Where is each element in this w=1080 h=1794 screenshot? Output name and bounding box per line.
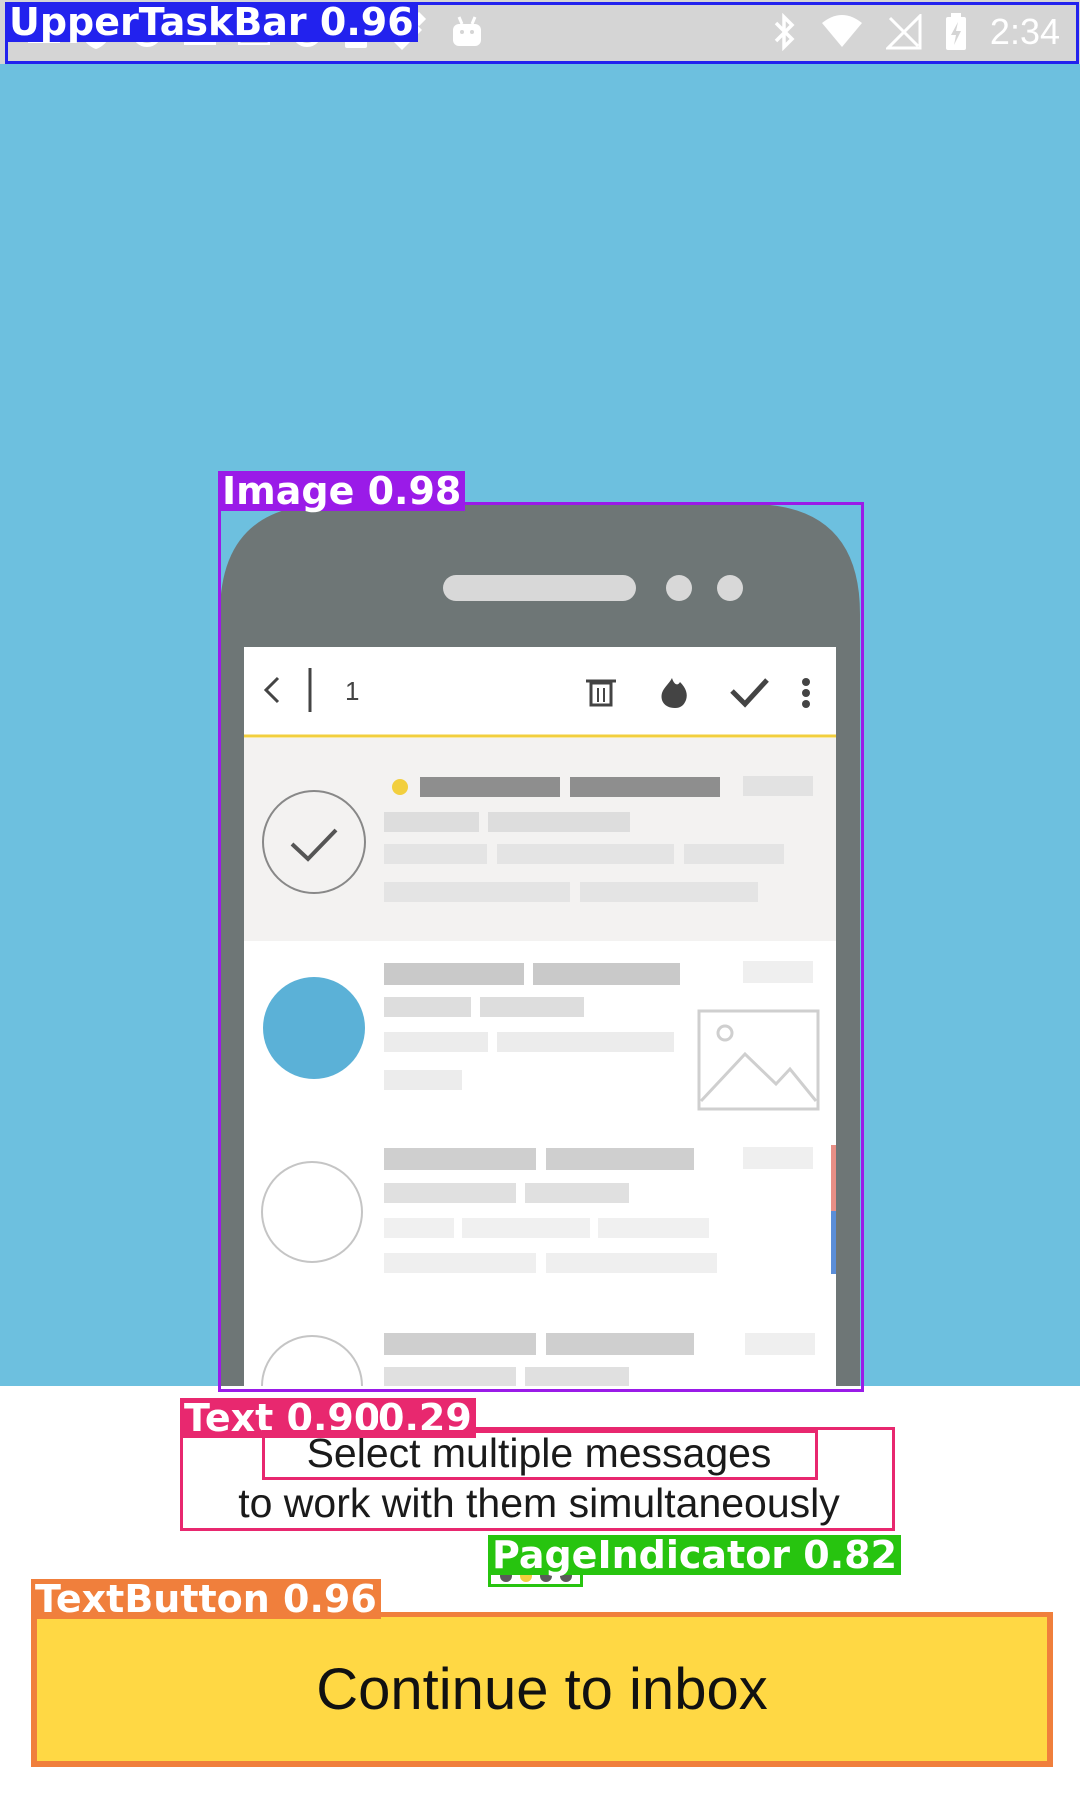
label-stripe-blue bbox=[831, 1211, 836, 1274]
phone-illustration: 1 bbox=[220, 504, 860, 1386]
page-dot-active[interactable] bbox=[520, 1570, 532, 1582]
message-line-1: Select multiple messages bbox=[306, 1430, 772, 1476]
annotation-label: TextButton 0.96 bbox=[31, 1579, 381, 1619]
label-stripe-red bbox=[831, 1145, 836, 1211]
notification-icons: FAX bbox=[26, 10, 484, 54]
phone-camera bbox=[666, 575, 692, 601]
page-dot[interactable] bbox=[500, 1570, 512, 1582]
selected-row bbox=[244, 738, 836, 941]
clock: 2:34 bbox=[989, 11, 1060, 52]
message-line-2: to work with them simultaneously bbox=[238, 1480, 840, 1526]
onboarding-message: Select multiple messages to work with th… bbox=[184, 1428, 894, 1530]
satellite-icon: FAX bbox=[394, 12, 427, 50]
phone-sensor bbox=[717, 575, 743, 601]
page-indicator bbox=[492, 1566, 580, 1586]
gmail-icon bbox=[26, 19, 62, 43]
svg-text:FAX: FAX bbox=[398, 16, 419, 27]
page-dot[interactable] bbox=[540, 1570, 552, 1582]
avatar-filled bbox=[263, 977, 365, 1079]
battery-charging-icon bbox=[945, 13, 966, 50]
photo-icon bbox=[184, 19, 216, 45]
landscape-icon bbox=[238, 19, 270, 45]
no-signal-icon bbox=[885, 14, 922, 50]
lock-icon bbox=[345, 16, 367, 48]
fax-icon bbox=[292, 17, 322, 47]
selected-count: 1 bbox=[345, 676, 359, 706]
system-icons: 2:34 bbox=[772, 10, 1060, 54]
upper-task-bar: FAX 2:34 bbox=[0, 0, 1080, 64]
shield-icon bbox=[82, 16, 110, 49]
unread-dot bbox=[392, 779, 408, 795]
wifi-icon bbox=[821, 15, 862, 47]
page-dot[interactable] bbox=[560, 1570, 572, 1582]
overflow-menu-icon bbox=[802, 678, 810, 708]
android-icon bbox=[453, 16, 481, 46]
phone-speaker bbox=[443, 575, 636, 601]
sync-icon bbox=[132, 17, 162, 47]
continue-to-inbox-button[interactable]: Continue to inbox bbox=[34, 1614, 1050, 1764]
bluetooth-icon bbox=[774, 13, 795, 51]
